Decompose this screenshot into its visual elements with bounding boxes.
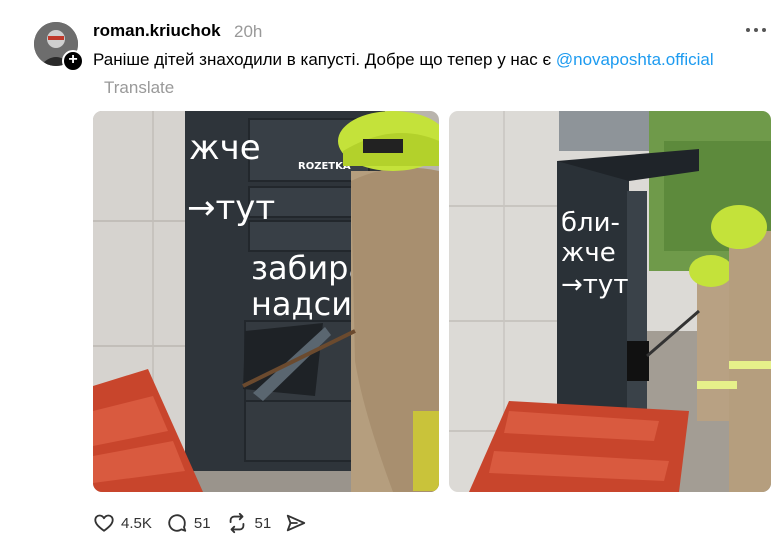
timestamp[interactable]: 20h	[234, 22, 262, 42]
more-icon[interactable]	[746, 28, 770, 36]
follow-plus-icon[interactable]: +	[62, 50, 84, 72]
like-button[interactable]: 4.5K	[93, 512, 152, 534]
post-image-right[interactable]: бли- жче →тут	[449, 111, 771, 492]
door-text-1: забира	[251, 249, 368, 287]
sign-text-right-2: жче	[561, 238, 616, 268]
post-caption: Раніше дітей знаходили в капусті. Добре …	[93, 50, 714, 70]
sign-text-right-3: →тут	[561, 270, 628, 300]
repost-button[interactable]: 51	[225, 512, 272, 534]
username[interactable]: roman.kriuchok	[93, 21, 221, 41]
translate-link[interactable]: Translate	[104, 78, 174, 98]
share-button[interactable]	[285, 512, 307, 534]
comment-button[interactable]: 51	[166, 512, 211, 534]
share-icon	[287, 514, 306, 532]
like-count: 4.5K	[121, 514, 152, 532]
thread-post: + roman.kriuchok 20h Раніше дітей знаход…	[0, 0, 776, 550]
sign-text-right-1: бли-	[561, 208, 620, 238]
mention-link[interactable]: @novaposhta.official	[556, 50, 714, 69]
heart-icon	[94, 514, 114, 532]
comment-count: 51	[193, 514, 211, 532]
caption-text: Раніше дітей знаходили в капусті. Добре …	[93, 50, 556, 69]
action-bar: 4.5K 51 51	[93, 510, 321, 536]
brand-text: ROZETKA	[298, 161, 351, 172]
repost-count: 51	[254, 514, 272, 532]
post-image-left[interactable]: жче →тут ROZETKA забира надсил	[93, 111, 439, 492]
comment-icon	[168, 514, 187, 532]
avatar[interactable]: +	[34, 22, 84, 72]
sign-text-1: жче	[189, 128, 261, 168]
repost-icon	[229, 512, 244, 534]
sign-text-2: →тут	[187, 188, 275, 228]
